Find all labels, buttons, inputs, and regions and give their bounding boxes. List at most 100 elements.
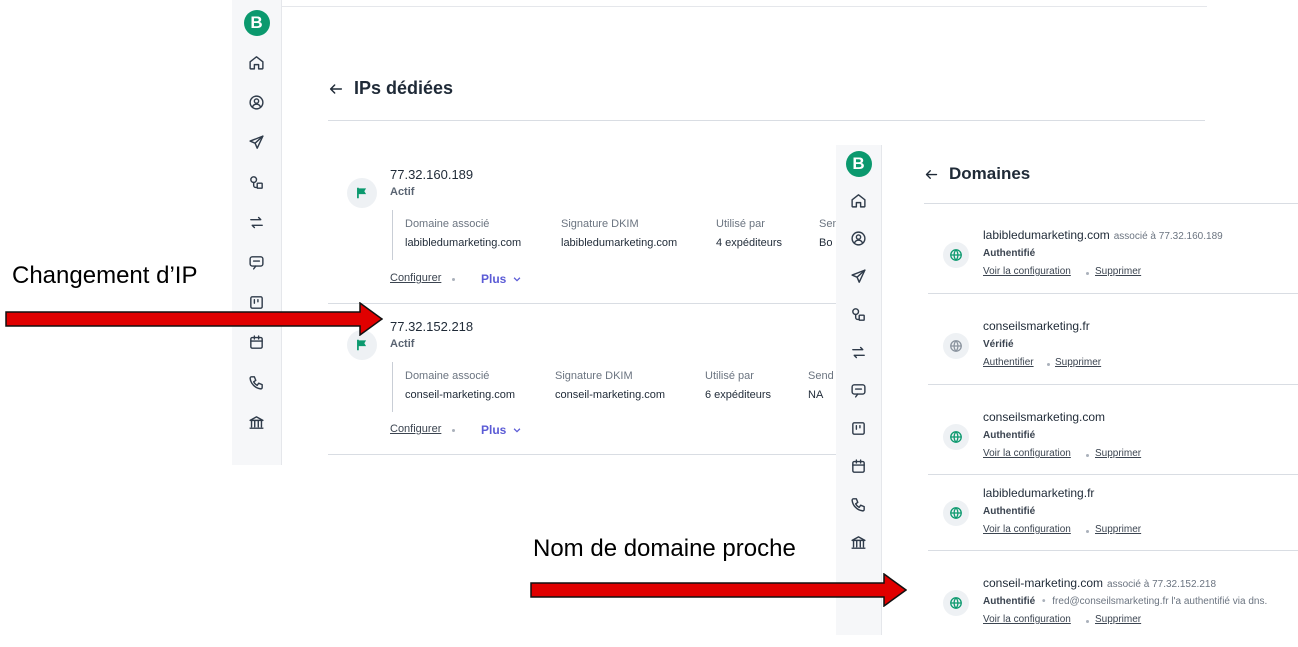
domain-status: Authentifié <box>983 248 1035 259</box>
domain-title-divider <box>924 203 1298 204</box>
phone-icon[interactable] <box>848 493 870 515</box>
separator-dot: • <box>1039 596 1049 607</box>
col-value-sender: Bo <box>819 237 833 249</box>
ip-page-title-text: IPs dédiées <box>354 78 454 98</box>
deals-icon[interactable] <box>848 417 870 439</box>
view-configuration-link[interactable]: Voir la configuration <box>983 614 1071 625</box>
view-configuration-link[interactable]: Voir la configuration <box>983 524 1071 535</box>
meetings-icon[interactable] <box>848 455 870 477</box>
col-header-dkim: Signature DKIM <box>561 218 639 230</box>
col-header-used-by: Utilisé par <box>716 218 765 230</box>
separator-dot <box>1086 530 1089 533</box>
domain-status: Authentifié <box>983 506 1035 517</box>
logo-icon[interactable]: B <box>243 10 270 36</box>
red-arrow-ip <box>5 302 383 336</box>
detail-divider <box>392 362 393 412</box>
globe-pending-icon <box>943 333 969 359</box>
delete-link[interactable]: Supprimer <box>1095 266 1141 277</box>
col-header-dkim: Signature DKIM <box>555 370 633 382</box>
domain-name-text: labibledumarketing.fr <box>983 486 1095 500</box>
detail-divider <box>392 210 393 260</box>
annotation-near-domain: Nom de domaine proche <box>533 535 796 562</box>
back-arrow-icon[interactable] <box>328 81 344 97</box>
annotation-ip-change: Changement d’IP <box>12 262 198 289</box>
send-icon[interactable] <box>848 265 870 287</box>
delete-link[interactable]: Supprimer <box>1055 357 1101 368</box>
globe-verified-icon <box>943 500 969 526</box>
domain-panel <box>836 145 1298 647</box>
ip-status: Actif <box>390 338 415 350</box>
domain-row-divider <box>928 293 1298 294</box>
separator-dot <box>1086 454 1089 457</box>
col-header-domain: Domaine associé <box>405 370 490 382</box>
send-icon[interactable] <box>246 131 268 153</box>
col-value-used-by: 4 expéditeurs <box>716 237 783 249</box>
col-header-used-by: Utilisé par <box>705 370 754 382</box>
delete-link[interactable]: Supprimer <box>1095 524 1141 535</box>
domain-row-divider <box>928 550 1298 551</box>
chevron-down-icon <box>513 277 521 282</box>
logo-icon[interactable]: B <box>845 151 872 177</box>
more-label: Plus <box>481 423 507 437</box>
configure-link[interactable]: Configurer <box>390 423 441 435</box>
domain-status-text: Authentifié <box>983 430 1036 441</box>
domain-auth-note: fred@conseilsmarketing.fr l'a authentifi… <box>1052 596 1268 607</box>
domain-row-divider <box>928 384 1298 385</box>
ip-page-title: IPs dédiées <box>328 78 453 99</box>
globe-verified-icon <box>943 424 969 450</box>
ip-address: 77.32.160.189 <box>390 167 474 182</box>
domain-name: labibledumarketing.fr <box>983 486 1094 500</box>
col-header-sender: Send <box>808 370 834 382</box>
more-dropdown[interactable]: Plus <box>481 423 522 437</box>
col-header-domain: Domaine associé <box>405 218 490 230</box>
view-configuration-link[interactable]: Voir la configuration <box>983 266 1071 277</box>
ip-status: Actif <box>390 186 415 198</box>
more-dropdown[interactable]: Plus <box>481 272 522 286</box>
col-value-used-by: 6 expéditeurs <box>705 389 772 401</box>
ip-sidebar: B <box>232 0 282 465</box>
domain-row-divider <box>928 474 1298 475</box>
automation-icon[interactable] <box>246 171 268 193</box>
transactional-icon[interactable] <box>246 211 268 233</box>
separator-dot <box>1086 272 1089 275</box>
view-configuration-link[interactable]: Voir la configuration <box>983 448 1071 459</box>
top-border <box>282 6 1207 7</box>
home-icon[interactable] <box>848 189 870 211</box>
ip-row-divider <box>328 303 836 304</box>
col-value-dkim: labibledumarketing.com <box>561 237 678 249</box>
bank-icon[interactable] <box>246 411 268 433</box>
contacts-icon[interactable] <box>246 91 268 113</box>
domain-status-text: Authentifié <box>983 596 1036 607</box>
delete-link[interactable]: Supprimer <box>1095 448 1141 459</box>
chevron-down-icon <box>513 428 521 433</box>
domain-status: Authentifié <box>983 430 1035 441</box>
separator-dot <box>452 278 455 281</box>
domain-sidebar: B <box>836 145 882 635</box>
bank-icon[interactable] <box>848 531 870 553</box>
domain-status-text: Authentifié <box>983 248 1036 259</box>
domain-name-text: labibledumarketing.com <box>983 228 1110 242</box>
delete-link[interactable]: Supprimer <box>1095 614 1141 625</box>
red-arrow-domain <box>530 573 907 607</box>
configure-link[interactable]: Configurer <box>390 272 441 284</box>
globe-verified-icon <box>943 242 969 268</box>
domain-associated-ip: associé à 77.32.160.189 <box>1113 231 1223 242</box>
separator-dot <box>1086 620 1089 623</box>
domain-name: conseilsmarketing.com <box>983 410 1105 424</box>
contacts-icon[interactable] <box>848 227 870 249</box>
domain-status-text: Vérifié <box>983 339 1014 350</box>
col-value-dkim: conseil-marketing.com <box>555 389 666 401</box>
back-arrow-icon[interactable] <box>924 167 939 182</box>
domain-name-text: conseil-marketing.com <box>983 576 1104 590</box>
conversations-icon[interactable] <box>246 251 268 273</box>
transactional-icon[interactable] <box>848 341 870 363</box>
home-icon[interactable] <box>246 51 268 73</box>
automation-icon[interactable] <box>848 303 870 325</box>
domain-page-title: Domaines <box>924 164 1030 184</box>
authenticate-link[interactable]: Authentifier <box>983 357 1034 368</box>
conversations-icon[interactable] <box>848 379 870 401</box>
ip-row-divider <box>328 454 836 455</box>
globe-verified-icon <box>943 590 969 616</box>
domain-status: Authentifié • fred@conseilsmarketing.fr … <box>983 596 1267 607</box>
phone-icon[interactable] <box>246 371 268 393</box>
